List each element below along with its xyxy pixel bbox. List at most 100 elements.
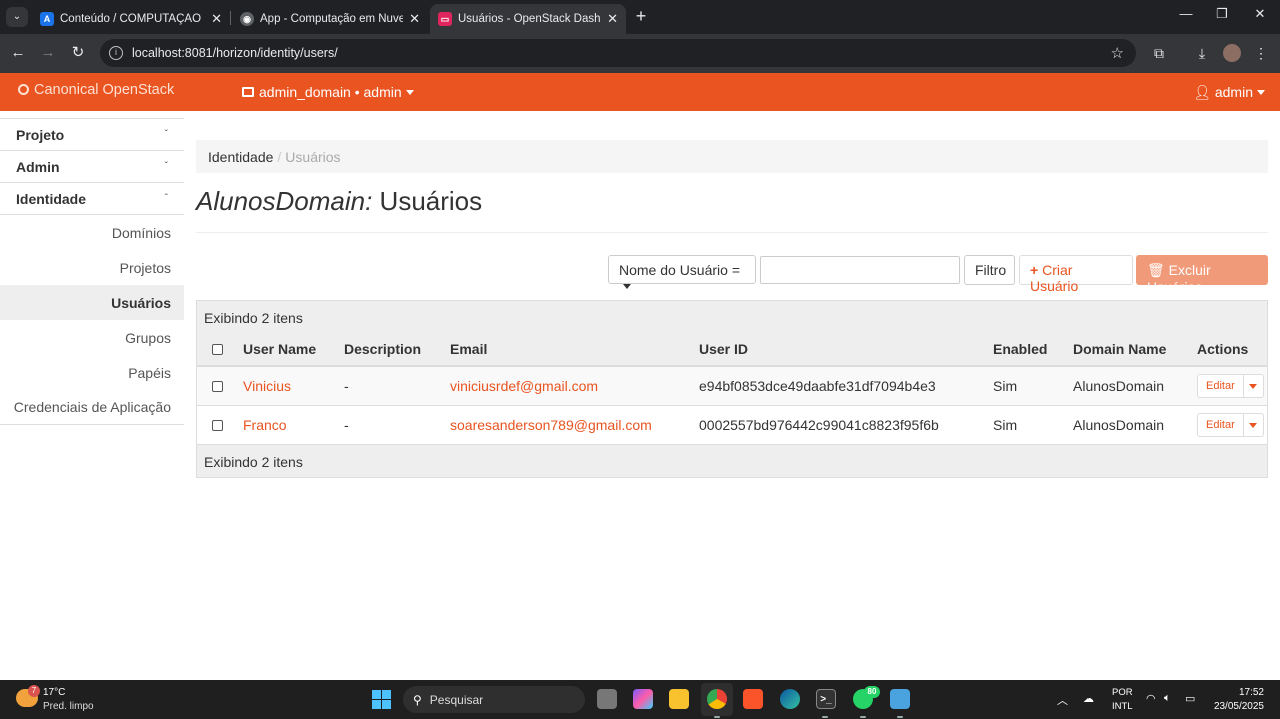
volume-muted-icon[interactable]: 🔈︎ bbox=[1164, 692, 1171, 705]
browser-tab-openstack[interactable]: ▭ Usuários - OpenStack Dashboard ✕ bbox=[430, 4, 626, 34]
notepad-icon[interactable] bbox=[890, 689, 910, 709]
sidebar-item-dominios[interactable]: Domínios bbox=[0, 215, 184, 250]
address-bar[interactable]: i localhost:8081/horizon/identity/users/… bbox=[100, 39, 1136, 67]
user-email-link[interactable]: viniciusrdef@gmail.com bbox=[450, 378, 598, 394]
edit-button[interactable]: Editar bbox=[1197, 413, 1244, 437]
wifi-icon[interactable]: ◠ bbox=[1146, 692, 1156, 705]
caret-down-icon bbox=[623, 284, 631, 289]
sidebar-item-credenciais[interactable]: Credenciais de Aplicação bbox=[0, 390, 184, 425]
user-menu-dropdown[interactable]: 👤︎ admin bbox=[1193, 84, 1265, 101]
weather-condition[interactable]: Pred. limpo bbox=[43, 701, 94, 712]
running-indicator bbox=[897, 716, 903, 718]
back-icon[interactable]: ← bbox=[8, 43, 28, 63]
brave-icon[interactable] bbox=[743, 689, 763, 709]
site-info-icon[interactable]: i bbox=[109, 46, 123, 60]
row-actions-dropdown[interactable] bbox=[1243, 374, 1264, 398]
user-enabled: Sim bbox=[993, 417, 1018, 433]
clock-date[interactable]: 23/05/2025 bbox=[1214, 701, 1264, 712]
tab-title: Conteúdo / COMPUTAÇÃO EM bbox=[60, 13, 205, 25]
sidebar-item-projetos[interactable]: Projetos bbox=[0, 250, 184, 285]
user-icon: 👤︎ bbox=[1193, 84, 1211, 100]
weather-badge: 7 bbox=[28, 685, 40, 697]
close-tab-icon[interactable]: ✕ bbox=[211, 11, 222, 27]
profile-avatar[interactable] bbox=[1223, 44, 1241, 62]
battery-icon[interactable]: ▭ bbox=[1185, 692, 1195, 705]
column-header-domain-name[interactable]: Domain Name bbox=[1073, 341, 1166, 357]
column-header-user-id[interactable]: User ID bbox=[699, 341, 748, 357]
terminal-icon[interactable]: >_ bbox=[816, 689, 836, 709]
clock-time[interactable]: 17:52 bbox=[1239, 687, 1264, 698]
panel-label: Projeto bbox=[16, 126, 65, 143]
onedrive-cloud-icon[interactable]: ☁︎ bbox=[1083, 692, 1094, 705]
close-window-icon[interactable]: ✕ bbox=[1250, 6, 1270, 22]
select-all-checkbox[interactable] bbox=[212, 343, 223, 355]
chevron-down-icon: ˇ bbox=[164, 161, 168, 172]
browser-tab-bar: ⌄ A Conteúdo / COMPUTAÇÃO EM ✕ ◉ App - C… bbox=[0, 0, 1280, 34]
column-header-description[interactable]: Description bbox=[344, 341, 421, 357]
downloads-icon[interactable]: ⤓ bbox=[1193, 44, 1211, 62]
task-view-icon[interactable] bbox=[597, 689, 617, 709]
restore-icon[interactable]: ❐ bbox=[1212, 6, 1232, 22]
user-email-link[interactable]: soaresanderson789@gmail.com bbox=[450, 417, 652, 433]
user-name-link[interactable]: Franco bbox=[243, 417, 287, 433]
row-checkbox[interactable] bbox=[212, 419, 223, 431]
create-user-button[interactable]: + Criar Usuário bbox=[1019, 255, 1133, 294]
column-header-user-name[interactable]: User Name bbox=[243, 341, 316, 357]
new-tab-icon[interactable]: + bbox=[632, 6, 650, 27]
sidebar-panel-projeto[interactable]: Projeto ˇ bbox=[0, 118, 184, 151]
filter-input[interactable] bbox=[760, 256, 960, 284]
tab-search-button[interactable]: ⌄ bbox=[6, 7, 28, 27]
edit-button[interactable]: Editar bbox=[1197, 374, 1244, 398]
sidebar-item-papeis[interactable]: Papéis bbox=[0, 355, 184, 390]
edge-icon[interactable] bbox=[780, 689, 800, 709]
user-name-link[interactable]: Vinicius bbox=[243, 378, 291, 394]
sidebar-item-label: Grupos bbox=[125, 329, 171, 346]
file-explorer-icon[interactable] bbox=[669, 689, 689, 709]
weather-temperature[interactable]: 17°C bbox=[43, 687, 65, 698]
column-header-email[interactable]: Email bbox=[450, 341, 487, 357]
menu-kebab-icon[interactable]: ⋮ bbox=[1252, 44, 1270, 62]
sidebar-panel-identidade[interactable]: Identidade ˆ bbox=[0, 182, 184, 215]
chevron-up-icon: ˆ bbox=[164, 193, 168, 204]
tab-title: App - Computação em Nuvem bbox=[260, 13, 404, 25]
minimize-icon[interactable]: — bbox=[1176, 6, 1196, 21]
table-header-row: User Name Description Email User ID Enab… bbox=[197, 333, 1267, 367]
extensions-icon[interactable]: ⧉ bbox=[1150, 44, 1168, 62]
project-context-dropdown[interactable]: admin_domain • admin bbox=[242, 84, 414, 100]
tray-overflow-chevron-icon[interactable]: ︿ bbox=[1057, 692, 1068, 708]
keyboard-layout[interactable]: INTL bbox=[1112, 701, 1133, 712]
url-text[interactable]: localhost:8081/horizon/identity/users/ bbox=[132, 46, 338, 60]
column-header-enabled[interactable]: Enabled bbox=[993, 341, 1047, 357]
plus-icon: + bbox=[1030, 262, 1039, 278]
keyboard-language[interactable]: POR bbox=[1112, 687, 1133, 698]
breadcrumb-current: Usuários bbox=[285, 149, 341, 165]
browser-tab-app[interactable]: ◉ App - Computação em Nuvem ✕ bbox=[232, 4, 428, 34]
browser-tab-canvas[interactable]: A Conteúdo / COMPUTAÇÃO EM ✕ bbox=[32, 4, 230, 34]
browser-toolbar: ← → ↻ i localhost:8081/horizon/identity/… bbox=[0, 34, 1280, 73]
row-actions: Editar bbox=[1197, 413, 1264, 437]
filter-field-label: Nome do Usuário = bbox=[619, 262, 741, 278]
forward-icon[interactable]: → bbox=[38, 43, 58, 63]
user-domain: AlunosDomain bbox=[1073, 378, 1165, 394]
divider bbox=[196, 232, 1268, 233]
reload-icon[interactable]: ↻ bbox=[68, 43, 88, 63]
delete-users-button[interactable]: 🗑︎ Excluir Usuários bbox=[1136, 255, 1268, 295]
copilot-icon[interactable] bbox=[633, 689, 653, 709]
filter-field-dropdown[interactable]: Nome do Usuário = bbox=[608, 255, 756, 289]
panel-label: Identidade bbox=[16, 190, 87, 207]
bookmark-star-icon[interactable]: ☆ bbox=[1111, 44, 1124, 62]
sidebar-item-usuarios[interactable]: Usuários bbox=[0, 285, 184, 320]
close-tab-icon[interactable]: ✕ bbox=[607, 11, 618, 27]
close-tab-icon[interactable]: ✕ bbox=[409, 11, 420, 27]
chrome-icon[interactable] bbox=[707, 689, 727, 709]
breadcrumb-root[interactable]: Identidade bbox=[208, 149, 273, 165]
brand-logo[interactable]: Canonical OpenStack bbox=[18, 82, 174, 98]
sidebar-panel-admin[interactable]: Admin ˇ bbox=[0, 150, 184, 183]
trash-icon: 🗑︎ bbox=[1147, 262, 1165, 278]
windows-start-icon[interactable] bbox=[372, 690, 391, 709]
row-checkbox[interactable] bbox=[212, 380, 223, 392]
row-actions-dropdown[interactable] bbox=[1243, 413, 1264, 437]
sidebar-item-grupos[interactable]: Grupos bbox=[0, 320, 184, 355]
filter-button[interactable]: Filtro bbox=[964, 255, 1015, 285]
taskbar-search[interactable]: ⚲ Pesquisar bbox=[403, 686, 585, 713]
